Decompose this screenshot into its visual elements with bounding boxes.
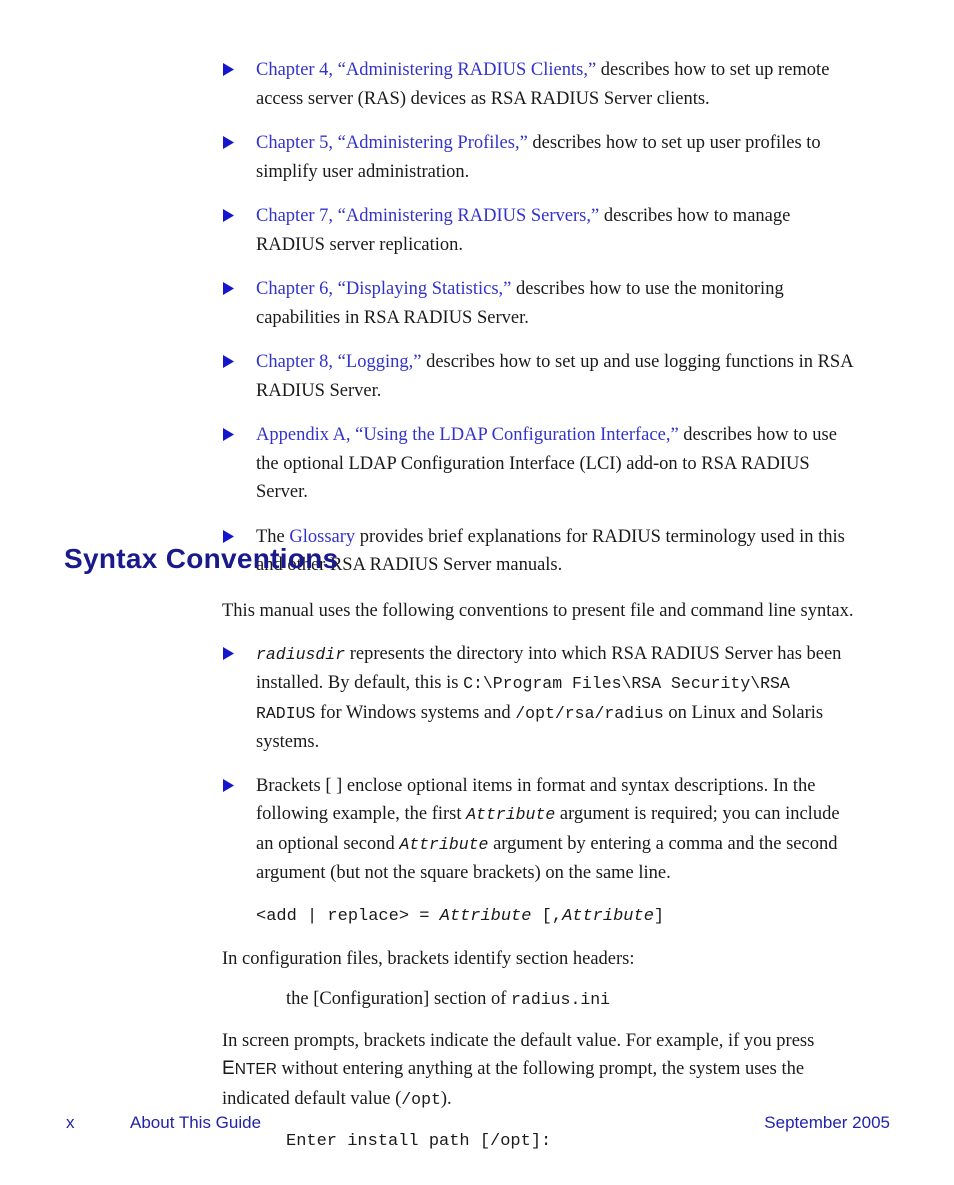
code-segment: <add | replace> = [256, 906, 440, 926]
syntax-conventions-body: This manual uses the following conventio… [222, 597, 854, 1170]
default-install-path-unix: /opt/rsa/radius [515, 703, 664, 723]
triangle-bullet-icon [222, 281, 235, 296]
default-value-code: /opt [401, 1089, 441, 1109]
list-item: Chapter 6, “Displaying Statistics,” desc… [222, 275, 854, 332]
list-item: Chapter 7, “Administering RADIUS Servers… [222, 202, 854, 259]
code-example-syntax: <add | replace> = Attribute [,Attribute] [222, 903, 854, 931]
chapter-link[interactable]: Chapter 4, “Administering RADIUS Clients… [256, 60, 596, 80]
page-title: Syntax Conventions [64, 543, 339, 574]
paragraph-text: In screen prompts, brackets indicate the… [222, 1030, 815, 1051]
code-segment: [, [531, 906, 563, 926]
code-segment-italic: Attribute [562, 906, 654, 926]
triangle-bullet-icon [222, 208, 235, 223]
config-section-example: the [Configuration] section of radius.in… [222, 985, 854, 1015]
footer-page-number: x [66, 1113, 75, 1132]
triangle-bullet-icon [222, 62, 235, 77]
triangle-bullet-icon [222, 778, 235, 793]
document-page: Chapter 4, “Administering RADIUS Clients… [0, 0, 954, 1185]
triangle-bullet-icon [222, 529, 235, 544]
list-item: radiusdir represents the directory into … [222, 640, 854, 757]
triangle-bullet-icon [222, 646, 235, 661]
triangle-bullet-icon [222, 354, 235, 369]
paragraph-text: ). [440, 1088, 452, 1109]
code-segment: ] [653, 906, 665, 926]
chapter-link[interactable]: Chapter 8, “Logging,” [256, 352, 421, 372]
enter-key-label: ENTER [222, 1058, 277, 1079]
page-footer: x About This Guide September 2005 [0, 1110, 954, 1140]
radiusdir-term: radiusdir [256, 644, 346, 664]
chapter-link[interactable]: Chapter 7, “Administering RADIUS Servers… [256, 206, 599, 226]
section-intro-paragraph: This manual uses the following conventio… [222, 601, 854, 621]
attribute-term: Attribute [399, 834, 489, 854]
code-segment-italic: Attribute [439, 906, 532, 926]
footer-date: September 2005 [764, 1113, 890, 1132]
list-item: Appendix A, “Using the LDAP Configuratio… [222, 421, 854, 507]
config-files-paragraph: In configuration files, brackets identif… [222, 948, 635, 969]
triangle-bullet-icon [222, 135, 235, 150]
footer-section-title: About This Guide [130, 1113, 262, 1132]
list-item: Chapter 4, “Administering RADIUS Clients… [222, 56, 854, 113]
list-item-text: for Windows systems and [315, 702, 516, 723]
chapter-summary-list: Chapter 4, “Administering RADIUS Clients… [222, 56, 854, 580]
list-item: Brackets [ ] enclose optional items in f… [222, 772, 854, 888]
radius-ini-filename: radius.ini [511, 990, 611, 1009]
appendix-link[interactable]: Appendix A, “Using the LDAP Configuratio… [256, 425, 679, 445]
chapter-link[interactable]: Chapter 6, “Displaying Statistics,” [256, 279, 511, 299]
screen-prompts-paragraph: In screen prompts, brackets indicate the… [222, 1027, 854, 1115]
config-example-text: the [Configuration] section of [286, 989, 512, 1009]
list-item: Chapter 8, “Logging,” describes how to s… [222, 348, 854, 405]
paragraph-text: without entering anything at the followi… [222, 1059, 805, 1109]
syntax-bullet-list: radiusdir represents the directory into … [222, 640, 854, 888]
triangle-bullet-icon [222, 427, 235, 442]
chapter-link[interactable]: Chapter 5, “Administering Profiles,” [256, 133, 528, 153]
list-item: Chapter 5, “Administering Profiles,” des… [222, 129, 854, 186]
attribute-term: Attribute [466, 805, 556, 824]
